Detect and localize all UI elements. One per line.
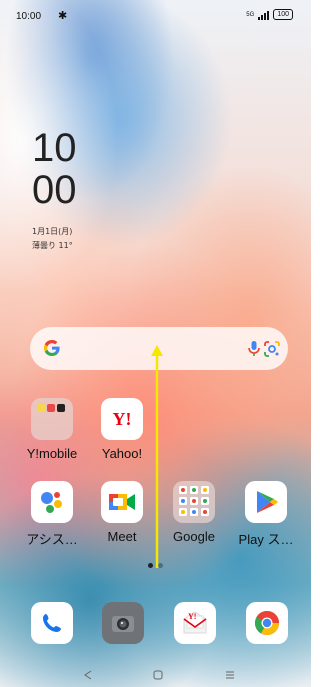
app-label: Play ス… — [238, 532, 294, 547]
app-google-assistant[interactable]: アシス… — [16, 481, 88, 548]
status-time: 10:00 — [16, 11, 42, 22]
status-indicators: 5G 100 — [246, 9, 293, 20]
play-store-icon — [245, 481, 287, 523]
google-assistant-icon — [31, 481, 73, 523]
clock-date: 1月1日(月) — [32, 227, 73, 236]
yahoo-mail-glyph: Y! — [188, 612, 197, 621]
gear-icon: ✱ — [58, 9, 68, 22]
phone-icon[interactable] — [31, 602, 73, 644]
app-play-store[interactable]: Play ス… — [230, 481, 302, 548]
app-label: Google — [173, 529, 215, 544]
yahoo-mail-icon[interactable]: Y! — [174, 602, 216, 644]
app-label: Yahoo! — [101, 446, 143, 461]
google-lens-icon[interactable] — [262, 339, 282, 359]
app-yahoo[interactable]: Y! Yahoo! — [86, 398, 158, 461]
clock-hour[interactable]: 10 — [32, 128, 77, 168]
clock-minute[interactable]: 00 — [32, 170, 77, 210]
microphone-icon[interactable] — [244, 338, 264, 358]
app-label: Y!mobile — [26, 446, 78, 461]
folder-icon — [173, 481, 215, 523]
battery-icon: 100 — [273, 9, 293, 20]
navigation-bar — [0, 664, 311, 687]
network-type: 5G — [246, 11, 255, 18]
home-screen: 10:00 ✱ 5G 100 10 00 1月1日(月) 薄曇り 11° Y!m… — [0, 0, 311, 687]
app-label: アシス… — [26, 532, 78, 547]
clock-weather: 薄曇り 11° — [32, 241, 73, 250]
google-g-icon — [44, 340, 60, 356]
app-google-folder[interactable]: Google — [158, 481, 230, 544]
yahoo-icon: Y! — [101, 398, 143, 440]
signal-icon — [258, 10, 270, 20]
app-google-meet[interactable]: Meet — [86, 481, 158, 544]
app-ymobile-folder[interactable]: Y!mobile — [16, 398, 88, 461]
chrome-icon[interactable] — [246, 602, 288, 644]
status-bar: 10:00 ✱ 5G 100 — [0, 0, 311, 30]
home-icon[interactable] — [148, 667, 168, 683]
back-icon[interactable] — [78, 667, 98, 683]
app-label: Meet — [107, 529, 137, 544]
camera-icon[interactable] — [102, 602, 144, 644]
folder-icon — [31, 398, 73, 440]
google-meet-icon — [101, 481, 143, 523]
recents-icon[interactable] — [220, 667, 240, 683]
swipe-up-arrow-icon — [151, 345, 163, 568]
